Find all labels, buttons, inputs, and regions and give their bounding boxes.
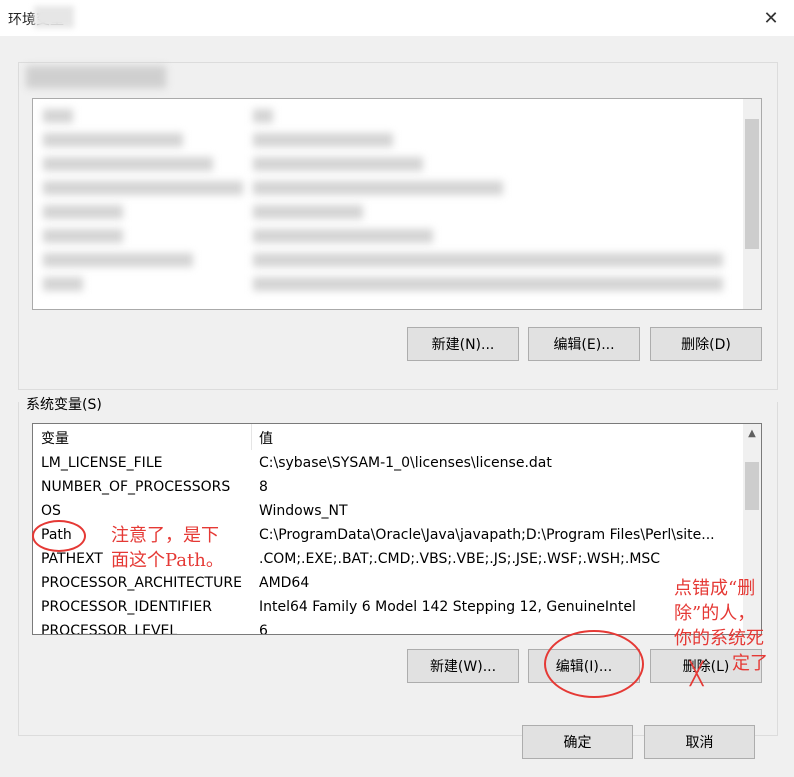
user-variables-label-redacted xyxy=(26,66,166,88)
close-icon: ✕ xyxy=(763,7,779,29)
delete-note-line: 除”的人， xyxy=(674,603,756,624)
list-header: 变量 值 xyxy=(33,424,745,450)
redacted-row xyxy=(43,205,123,219)
redacted-row xyxy=(43,253,193,267)
variable-value: .COM;.EXE;.BAT;.CMD;.VBS;.VBE;.JS;.JSE;.… xyxy=(259,551,661,567)
variable-name: PROCESSOR_IDENTIFIER xyxy=(41,599,212,615)
delete-note-line: 你的系统死 xyxy=(674,628,764,649)
edit-highlight-circle xyxy=(544,630,644,698)
variable-name: LM_LICENSE_FILE xyxy=(41,455,163,471)
user-delete-button[interactable]: 删除(D) xyxy=(650,327,762,361)
column-header-name[interactable]: 变量 xyxy=(41,428,69,448)
redacted-row xyxy=(253,109,273,123)
variable-value: C:\sybase\SYSAM-1_0\licenses\license.dat xyxy=(259,455,552,471)
table-row[interactable]: OS Windows_NT xyxy=(33,500,745,524)
table-row[interactable]: NUMBER_OF_PROCESSORS 8 xyxy=(33,476,745,500)
column-divider[interactable] xyxy=(251,424,252,450)
variable-name: PROCESSOR_ARCHITECTURE xyxy=(41,575,242,591)
variable-name: PATHEXT xyxy=(41,551,103,567)
redacted-row xyxy=(43,229,123,243)
scroll-thumb[interactable] xyxy=(745,462,759,510)
scroll-thumb[interactable] xyxy=(745,119,759,249)
redacted-row xyxy=(43,133,183,147)
redacted-row xyxy=(253,277,723,291)
redacted-row xyxy=(43,181,243,195)
user-variables-list[interactable] xyxy=(32,98,762,310)
path-highlight-circle xyxy=(32,520,86,552)
delete-warning-note: 点错成“删 除”的人， 你的系统死 定了 xyxy=(674,576,768,676)
variable-value: 6 xyxy=(259,623,268,635)
title-bar: 环境变量 ✕ xyxy=(0,0,794,36)
delete-note-line: 定了 xyxy=(732,653,768,674)
path-note-line: 面这个Path。 xyxy=(111,550,224,571)
variable-name: PROCESSOR_LEVEL xyxy=(41,623,178,635)
column-header-value[interactable]: 值 xyxy=(259,428,273,448)
table-row[interactable]: PROCESSOR_LEVEL 6 xyxy=(33,620,745,635)
redacted-row xyxy=(253,133,393,147)
variable-value: C:\ProgramData\Oracle\Java\javapath;D:\P… xyxy=(259,527,715,543)
redacted-row xyxy=(253,157,423,171)
chevron-up-icon[interactable]: ▲ xyxy=(743,424,761,442)
redacted-row xyxy=(253,205,363,219)
user-list-scrollbar[interactable] xyxy=(743,99,761,309)
redacted-row xyxy=(253,229,433,243)
system-variables-label: 系统变量(S) xyxy=(26,397,102,413)
redacted-row xyxy=(253,253,723,267)
table-row[interactable]: LM_LICENSE_FILE C:\sybase\SYSAM-1_0\lice… xyxy=(33,452,745,476)
variable-value: AMD64 xyxy=(259,575,310,591)
variable-name: OS xyxy=(41,503,61,519)
user-new-button[interactable]: 新建(N)... xyxy=(407,327,519,361)
variable-name: NUMBER_OF_PROCESSORS xyxy=(41,479,231,495)
table-row[interactable]: PROCESSOR_IDENTIFIER Intel64 Family 6 Mo… xyxy=(33,596,745,620)
system-new-button[interactable]: 新建(W)... xyxy=(407,649,519,683)
redacted-row xyxy=(43,109,73,123)
variable-value: Windows_NT xyxy=(259,503,348,519)
variable-value: 8 xyxy=(259,479,268,495)
title-redaction xyxy=(34,6,74,28)
redacted-row xyxy=(43,157,213,171)
user-edit-button[interactable]: 编辑(E)... xyxy=(528,327,640,361)
variable-value: Intel64 Family 6 Model 142 Stepping 12, … xyxy=(259,599,636,615)
table-row[interactable]: PROCESSOR_ARCHITECTURE AMD64 xyxy=(33,572,745,596)
redacted-row xyxy=(253,181,503,195)
ok-button[interactable]: 确定 xyxy=(522,725,633,759)
path-note-line: 注意了，是下 xyxy=(111,525,219,546)
redacted-row xyxy=(43,277,83,291)
path-note: 注意了，是下 面这个Path。 xyxy=(111,523,224,573)
close-button[interactable]: ✕ xyxy=(748,0,794,36)
cancel-button[interactable]: 取消 xyxy=(644,725,755,759)
strike-mark-icon: ╳ xyxy=(690,662,704,687)
delete-note-line: 点错成“删 xyxy=(674,578,756,599)
